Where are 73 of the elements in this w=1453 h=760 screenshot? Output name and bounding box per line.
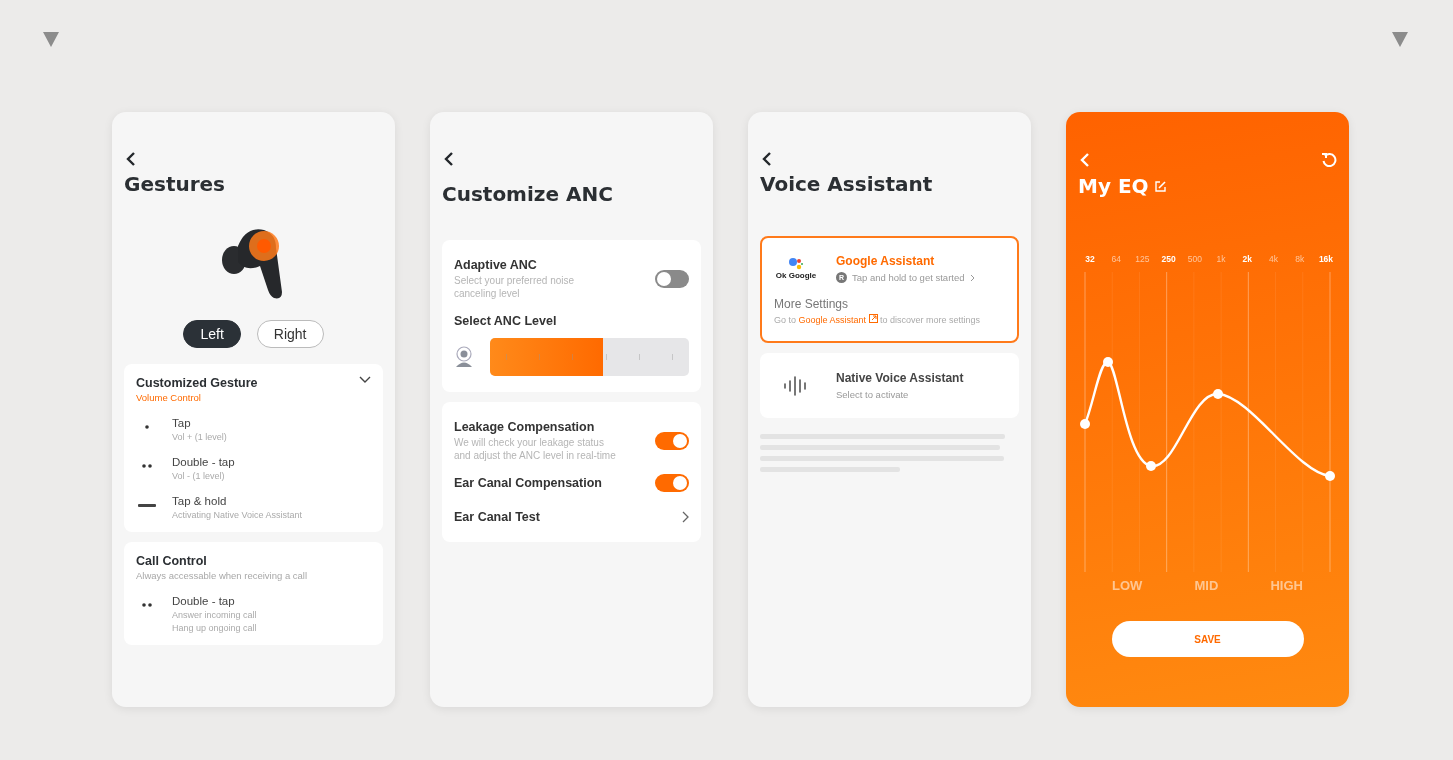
range-label: HIGH (1270, 578, 1303, 593)
more-settings-text: Go to Google Assistant to discover more settings (774, 314, 982, 325)
setting-title: Select ANC Level (454, 314, 558, 328)
reset-icon[interactable] (1321, 152, 1337, 168)
frequency-label: 2k (1241, 254, 1254, 264)
section-subtitle: Always accessable when receiving a call (136, 570, 308, 581)
eq-point[interactable] (1080, 419, 1090, 429)
frequency-label: 16k (1317, 254, 1335, 264)
anc-level-slider[interactable] (490, 338, 689, 376)
section-subtitle: Volume Control (136, 392, 202, 403)
assistant-hint: Tap and hold to get started (852, 272, 965, 283)
gesture-name: Tap (172, 417, 192, 429)
frequency-label: 32 (1084, 254, 1096, 264)
chevron-right-icon[interactable] (682, 511, 689, 523)
gesture-action: Activating Native Voice Assistant (172, 510, 303, 520)
frequency-label: 250 (1160, 254, 1177, 264)
setting-title: Adaptive ANC (454, 258, 538, 272)
frequency-label: 64 (1110, 254, 1122, 264)
setting-description: We will check your leakage status and adjust the ANC level in real-time (454, 437, 617, 462)
section-title: Call Control (136, 554, 208, 568)
frequency-label: 125 (1134, 254, 1151, 264)
gesture-name: Tap & hold (172, 495, 228, 507)
side-tab[interactable]: Left (183, 320, 241, 348)
dash-icon (138, 503, 156, 507)
frequency-label: 1k (1215, 254, 1227, 264)
back-icon[interactable] (762, 152, 772, 166)
frequency-label: 4k (1268, 254, 1279, 264)
double-dot-icon (142, 464, 152, 468)
assistant-option[interactable]: Native Voice Assistant Select to activate (760, 353, 1019, 418)
eq-point[interactable] (1325, 471, 1335, 481)
double-dot-icon (142, 603, 152, 607)
person-icon (454, 346, 474, 368)
setting-description: Select your preferred noise canceling level (454, 275, 576, 300)
external-link-icon[interactable] (868, 314, 878, 323)
logo-text: Ok Google (775, 271, 817, 280)
range-label: LOW (1112, 578, 1143, 593)
screen-title: My EQ (1078, 174, 1149, 198)
toggle-switch[interactable] (655, 270, 689, 288)
side-tab[interactable]: Right (256, 320, 324, 348)
screen-title: Voice Assistant (760, 172, 934, 196)
back-icon[interactable] (126, 152, 136, 166)
frequency-label: 500 (1186, 254, 1203, 264)
assistant-hint: Select to activate (836, 389, 909, 400)
assistant-title: Native Voice Assistant (836, 371, 964, 385)
toggle-switch[interactable] (655, 474, 689, 492)
screen-title: Gestures (124, 172, 226, 196)
gesture-name: Double - tap (172, 595, 236, 607)
more-settings-title: More Settings (774, 297, 850, 311)
back-icon[interactable] (444, 152, 454, 166)
single-dot-icon (145, 425, 149, 429)
gesture-action: Vol + (1 level) (172, 432, 227, 442)
eq-point[interactable] (1103, 357, 1113, 367)
edit-icon[interactable] (1154, 180, 1166, 192)
setting-title: Ear Canal Compensation (454, 476, 602, 490)
gesture-action: Vol - (1 level) (172, 471, 226, 481)
chevron-down-icon[interactable] (359, 376, 371, 384)
gesture-name: Double - tap (172, 456, 235, 468)
triangle-icon (42, 30, 60, 48)
setting-title: Leakage Compensation (454, 420, 596, 434)
toggle-switch[interactable] (655, 432, 689, 450)
range-label: MID (1194, 578, 1219, 593)
gesture-action: Hang up ongoing call (172, 623, 257, 633)
gesture-action: Answer incoming call (172, 610, 257, 620)
setting-title[interactable]: Ear Canal Test (454, 510, 540, 524)
screen-title: Customize ANC (442, 182, 614, 206)
eq-point[interactable] (1213, 389, 1223, 399)
assistant-title: Google Assistant (836, 254, 936, 268)
eq-point[interactable] (1146, 461, 1156, 471)
chevron-right-icon (969, 273, 975, 282)
assistant-dots-icon (788, 257, 804, 271)
frequency-label: 8k (1294, 254, 1306, 264)
triangle-icon (1391, 30, 1409, 48)
section-title: Customized Gesture (136, 376, 258, 390)
